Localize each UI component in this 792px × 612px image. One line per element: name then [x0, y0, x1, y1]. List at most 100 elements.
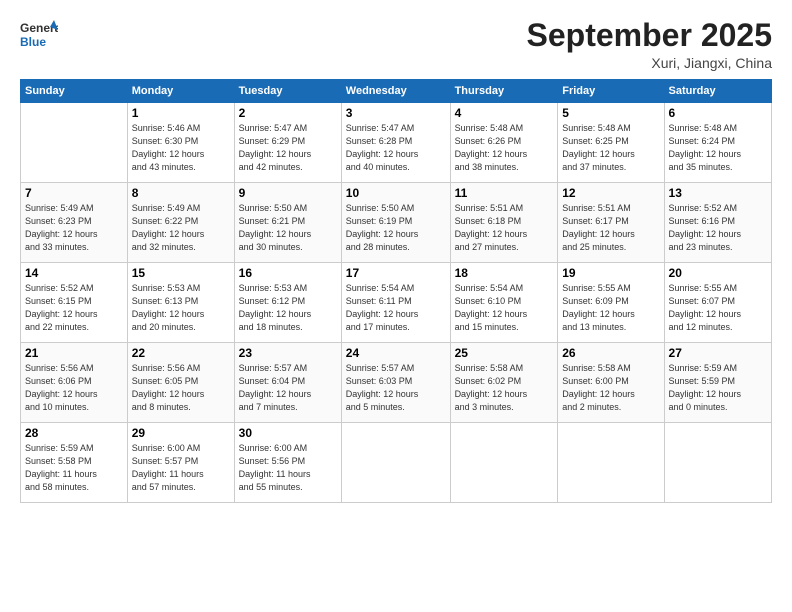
day-info: Sunrise: 5:56 AM Sunset: 6:06 PM Dayligh… [25, 362, 123, 414]
day-info: Sunrise: 5:47 AM Sunset: 6:28 PM Dayligh… [346, 122, 446, 174]
calendar-cell: 30 Sunrise: 6:00 AM Sunset: 5:56 PM Dayli… [234, 423, 341, 503]
day-number: 28 [25, 426, 123, 440]
calendar-cell [450, 423, 558, 503]
day-number: 21 [25, 346, 123, 360]
col-header-wednesday: Wednesday [341, 80, 450, 103]
calendar-cell: 5 Sunrise: 5:48 AM Sunset: 6:25 PM Daylig… [558, 103, 664, 183]
day-info: Sunrise: 5:48 AM Sunset: 6:25 PM Dayligh… [562, 122, 659, 174]
day-number: 5 [562, 106, 659, 120]
day-number: 22 [132, 346, 230, 360]
calendar-cell: 11Sunrise: 5:51 AM Sunset: 6:18 PM Dayli… [450, 183, 558, 263]
calendar-cell [558, 423, 664, 503]
calendar-cell: 2 Sunrise: 5:47 AM Sunset: 6:29 PM Daylig… [234, 103, 341, 183]
day-info: Sunrise: 5:47 AM Sunset: 6:29 PM Dayligh… [239, 122, 337, 174]
day-info: Sunrise: 5:48 AM Sunset: 6:26 PM Dayligh… [455, 122, 554, 174]
day-number: 30 [239, 426, 337, 440]
day-number: 17 [346, 266, 446, 280]
calendar-cell: 4 Sunrise: 5:48 AM Sunset: 6:26 PM Daylig… [450, 103, 558, 183]
col-header-monday: Monday [127, 80, 234, 103]
day-number: 11 [455, 186, 554, 200]
col-header-friday: Friday [558, 80, 664, 103]
day-info: Sunrise: 5:48 AM Sunset: 6:24 PM Dayligh… [669, 122, 767, 174]
calendar-cell: 29 Sunrise: 6:00 AM Sunset: 5:57 PM Dayli… [127, 423, 234, 503]
day-number: 14 [25, 266, 123, 280]
day-number: 7 [25, 186, 123, 200]
day-info: Sunrise: 5:55 AM Sunset: 6:09 PM Dayligh… [562, 282, 659, 334]
day-number: 12 [562, 186, 659, 200]
calendar-cell: 23 Sunrise: 5:57 AM Sunset: 6:04 PM Dayli… [234, 343, 341, 423]
day-number: 24 [346, 346, 446, 360]
calendar-cell: 18 Sunrise: 5:54 AM Sunset: 6:10 PM Dayli… [450, 263, 558, 343]
calendar-cell [664, 423, 771, 503]
day-info: Sunrise: 5:53 AM Sunset: 6:12 PM Dayligh… [239, 282, 337, 334]
calendar-cell: 25Sunrise: 5:58 AM Sunset: 6:02 PM Dayli… [450, 343, 558, 423]
calendar-cell: 16 Sunrise: 5:53 AM Sunset: 6:12 PM Dayli… [234, 263, 341, 343]
day-info: Sunrise: 5:57 AM Sunset: 6:03 PM Dayligh… [346, 362, 446, 414]
calendar-cell: 24 Sunrise: 5:57 AM Sunset: 6:03 PM Dayli… [341, 343, 450, 423]
calendar-cell: 14 Sunrise: 5:52 AM Sunset: 6:15 PM Dayli… [21, 263, 128, 343]
day-number: 19 [562, 266, 659, 280]
day-number: 16 [239, 266, 337, 280]
day-info: Sunrise: 5:57 AM Sunset: 6:04 PM Dayligh… [239, 362, 337, 414]
day-info: Sunrise: 5:49 AM Sunset: 6:22 PM Dayligh… [132, 202, 230, 254]
calendar-cell: 17Sunrise: 5:54 AM Sunset: 6:11 PM Dayli… [341, 263, 450, 343]
day-info: Sunrise: 5:54 AM Sunset: 6:10 PM Dayligh… [455, 282, 554, 334]
day-number: 23 [239, 346, 337, 360]
day-number: 2 [239, 106, 337, 120]
day-info: Sunrise: 5:55 AM Sunset: 6:07 PM Dayligh… [669, 282, 767, 334]
day-info: Sunrise: 5:52 AM Sunset: 6:15 PM Dayligh… [25, 282, 123, 334]
day-info: Sunrise: 6:00 AM Sunset: 5:57 PM Dayligh… [132, 442, 230, 494]
calendar-cell: 3 Sunrise: 5:47 AM Sunset: 6:28 PM Daylig… [341, 103, 450, 183]
day-info: Sunrise: 5:50 AM Sunset: 6:21 PM Dayligh… [239, 202, 337, 254]
day-info: Sunrise: 5:49 AM Sunset: 6:23 PM Dayligh… [25, 202, 123, 254]
page-header: General Blue September 2025 Xuri, Jiangx… [20, 18, 772, 71]
title-block: September 2025 Xuri, Jiangxi, China [527, 18, 772, 71]
calendar-cell: 6 Sunrise: 5:48 AM Sunset: 6:24 PM Daylig… [664, 103, 771, 183]
week-row-3: 14 Sunrise: 5:52 AM Sunset: 6:15 PM Dayli… [21, 263, 772, 343]
calendar-cell: 8 Sunrise: 5:49 AM Sunset: 6:22 PM Daylig… [127, 183, 234, 263]
day-number: 9 [239, 186, 337, 200]
location: Xuri, Jiangxi, China [527, 55, 772, 71]
logo-svg: General Blue [20, 18, 58, 54]
calendar-cell [341, 423, 450, 503]
calendar-cell [21, 103, 128, 183]
calendar-cell: 13 Sunrise: 5:52 AM Sunset: 6:16 PM Dayli… [664, 183, 771, 263]
day-info: Sunrise: 5:56 AM Sunset: 6:05 PM Dayligh… [132, 362, 230, 414]
day-info: Sunrise: 5:58 AM Sunset: 6:00 PM Dayligh… [562, 362, 659, 414]
day-number: 27 [669, 346, 767, 360]
day-number: 26 [562, 346, 659, 360]
day-number: 29 [132, 426, 230, 440]
calendar-cell: 19 Sunrise: 5:55 AM Sunset: 6:09 PM Dayli… [558, 263, 664, 343]
day-number: 13 [669, 186, 767, 200]
calendar-cell: 26 Sunrise: 5:58 AM Sunset: 6:00 PM Dayli… [558, 343, 664, 423]
day-info: Sunrise: 5:50 AM Sunset: 6:19 PM Dayligh… [346, 202, 446, 254]
day-info: Sunrise: 5:52 AM Sunset: 6:16 PM Dayligh… [669, 202, 767, 254]
day-number: 20 [669, 266, 767, 280]
day-number: 18 [455, 266, 554, 280]
svg-text:Blue: Blue [20, 35, 46, 49]
day-info: Sunrise: 6:00 AM Sunset: 5:56 PM Dayligh… [239, 442, 337, 494]
day-info: Sunrise: 5:46 AM Sunset: 6:30 PM Dayligh… [132, 122, 230, 174]
day-info: Sunrise: 5:53 AM Sunset: 6:13 PM Dayligh… [132, 282, 230, 334]
col-header-tuesday: Tuesday [234, 80, 341, 103]
day-number: 15 [132, 266, 230, 280]
day-info: Sunrise: 5:58 AM Sunset: 6:02 PM Dayligh… [455, 362, 554, 414]
calendar-cell: 21 Sunrise: 5:56 AM Sunset: 6:06 PM Dayli… [21, 343, 128, 423]
calendar-cell: 12 Sunrise: 5:51 AM Sunset: 6:17 PM Dayli… [558, 183, 664, 263]
day-number: 3 [346, 106, 446, 120]
calendar-cell: 7 Sunrise: 5:49 AM Sunset: 6:23 PM Daylig… [21, 183, 128, 263]
col-header-sunday: Sunday [21, 80, 128, 103]
calendar-cell: 28Sunrise: 5:59 AM Sunset: 5:58 PM Dayli… [21, 423, 128, 503]
day-number: 4 [455, 106, 554, 120]
day-info: Sunrise: 5:51 AM Sunset: 6:17 PM Dayligh… [562, 202, 659, 254]
logo: General Blue [20, 18, 58, 54]
day-number: 10 [346, 186, 446, 200]
calendar-cell: 1 Sunrise: 5:46 AM Sunset: 6:30 PM Daylig… [127, 103, 234, 183]
day-number: 6 [669, 106, 767, 120]
day-number: 8 [132, 186, 230, 200]
month-title: September 2025 [527, 18, 772, 53]
calendar-cell: 10 Sunrise: 5:50 AM Sunset: 6:19 PM Dayli… [341, 183, 450, 263]
day-info: Sunrise: 5:59 AM Sunset: 5:59 PM Dayligh… [669, 362, 767, 414]
day-number: 1 [132, 106, 230, 120]
header-row: SundayMondayTuesdayWednesdayThursdayFrid… [21, 80, 772, 103]
